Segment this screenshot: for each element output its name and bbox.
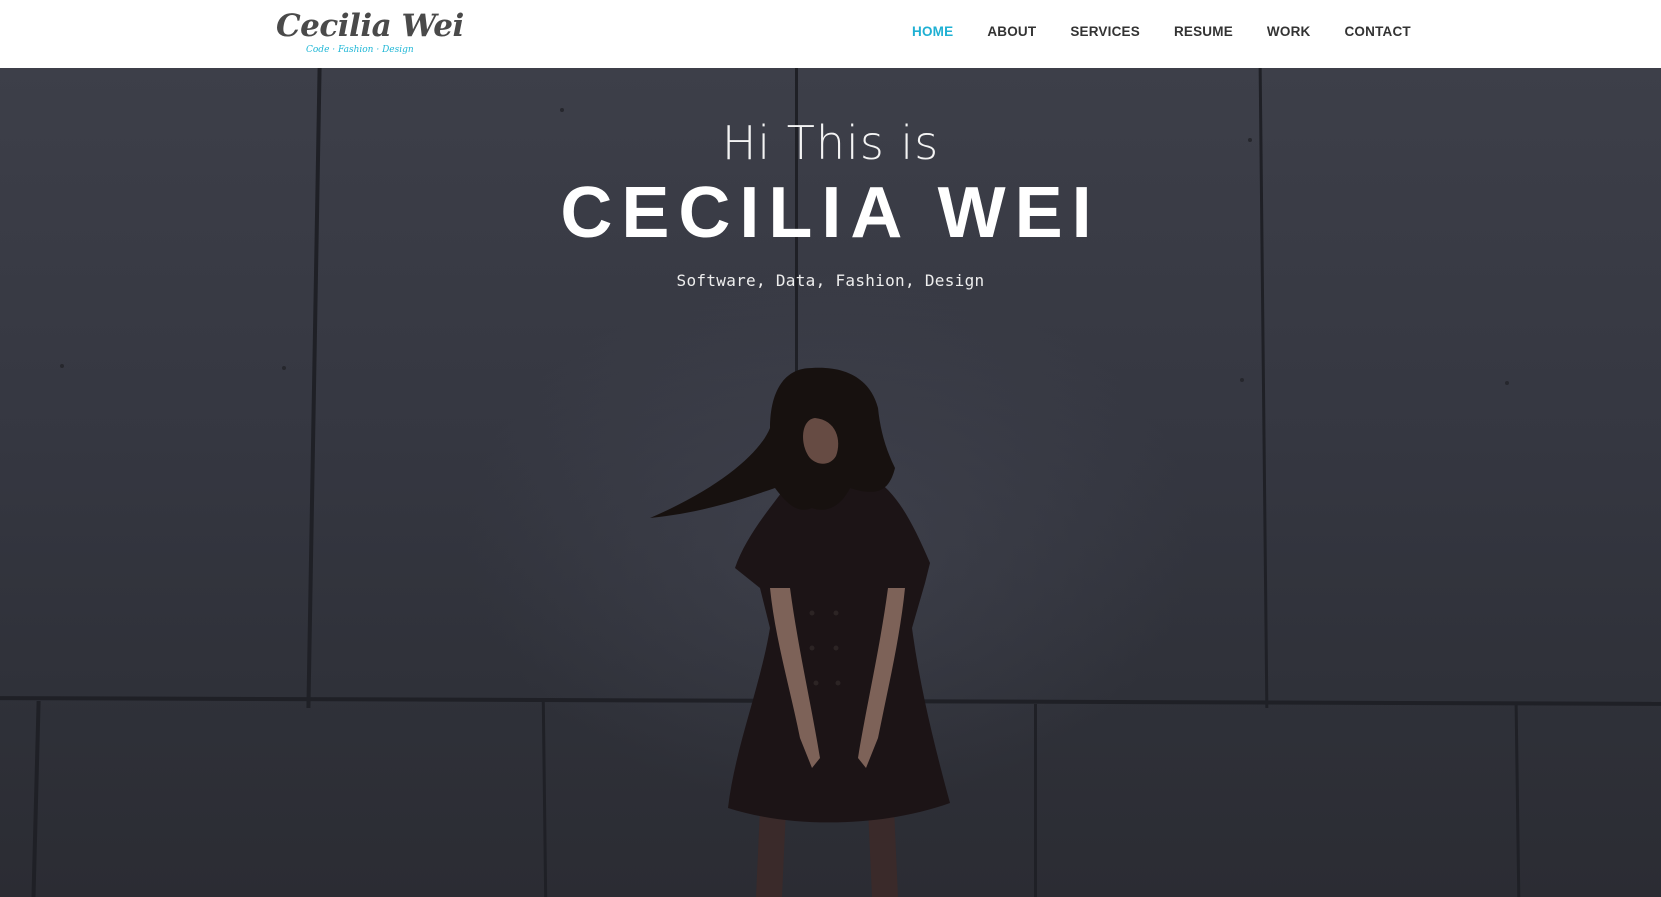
hero-subtitle: Software, Data, Fashion, Design [676, 271, 985, 290]
logo-tagline: Code · Fashion · Design [306, 45, 414, 55]
nav-contact-link[interactable]: CONTACT [1344, 24, 1410, 39]
nav-resume-link[interactable]: RESUME [1174, 24, 1233, 39]
nav-services-link[interactable]: SERVICES [1070, 24, 1140, 39]
nav-about-link[interactable]: ABOUT [987, 24, 1036, 39]
nav-home-link[interactable]: HOME [912, 24, 953, 39]
hero-section: Hi This is CECILIA WEI Software, Data, F… [0, 68, 1661, 897]
logo-name: Cecilia Wei [276, 8, 464, 44]
hero-greeting: Hi This is [721, 116, 940, 170]
top-navbar: Cecilia Wei Code · Fashion · Design HOME… [0, 0, 1661, 68]
main-nav: HOME ABOUT SERVICES RESUME WORK CONTACT [912, 24, 1445, 39]
nav-work-link[interactable]: WORK [1267, 24, 1311, 39]
site-logo[interactable]: Cecilia Wei Code · Fashion · Design [276, 8, 464, 60]
hero-title: CECILIA WEI [560, 173, 1101, 253]
